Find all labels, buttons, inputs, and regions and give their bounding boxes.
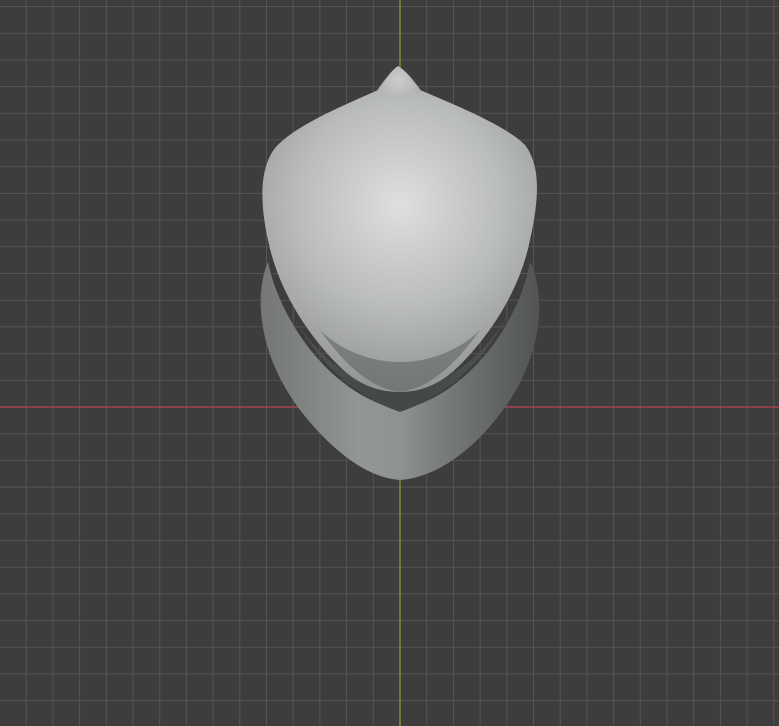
3d-viewport[interactable] (0, 0, 779, 726)
viewport-canvas[interactable] (0, 0, 779, 726)
mesh-nose-tip (376, 66, 422, 95)
sculpt-mesh-object[interactable] (260, 66, 540, 480)
